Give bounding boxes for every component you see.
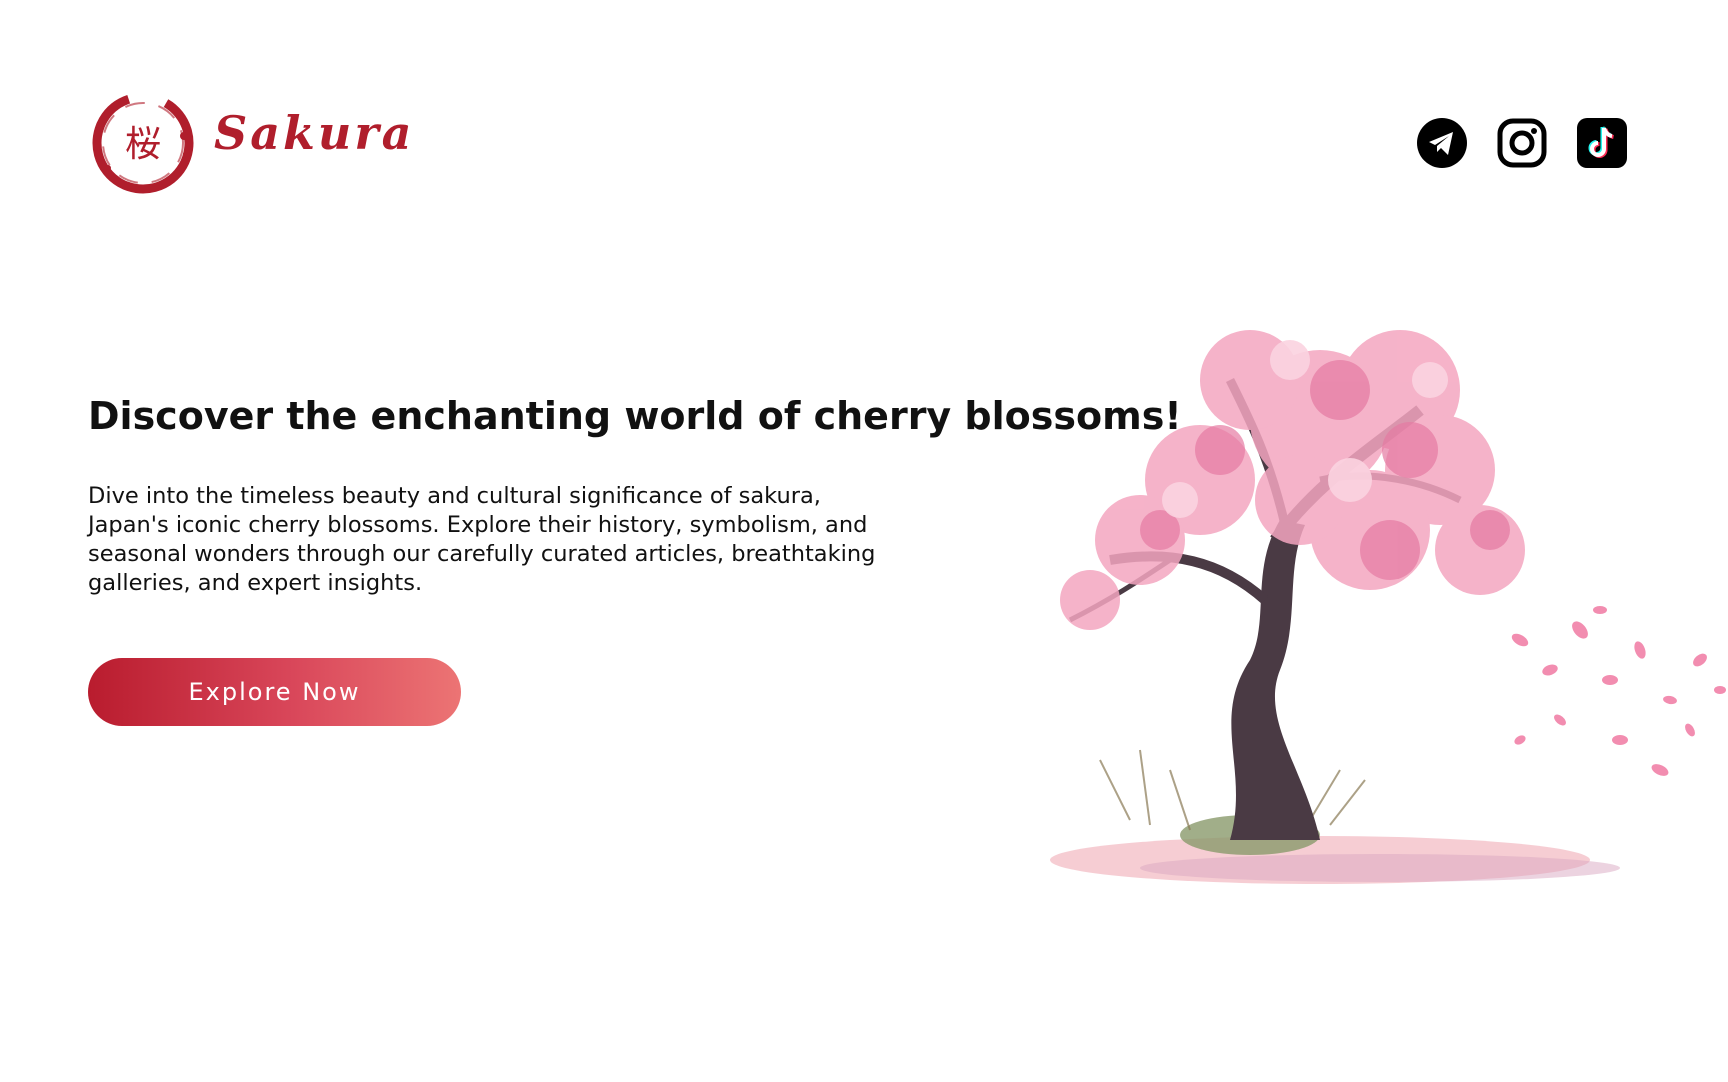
hero-description: Dive into the timeless beauty and cultur… bbox=[88, 483, 876, 596]
telegram-link[interactable] bbox=[1417, 118, 1467, 168]
social-links bbox=[1417, 118, 1627, 168]
explore-now-button[interactable]: Explore Now bbox=[88, 658, 461, 726]
cherry-blossom-tree-image bbox=[1020, 300, 1728, 900]
hero-title: Discover the enchanting world of cherry … bbox=[88, 394, 1182, 438]
landing-page: 桜 Sakura Discover the enchanting world o… bbox=[0, 0, 1728, 1082]
instagram-link[interactable] bbox=[1497, 118, 1547, 168]
tiktok-icon bbox=[1577, 118, 1627, 168]
logo-icon[interactable]: 桜 bbox=[88, 88, 198, 198]
instagram-icon bbox=[1497, 118, 1547, 168]
telegram-icon bbox=[1417, 118, 1467, 168]
logo-glyph: 桜 bbox=[125, 124, 161, 165]
tiktok-link[interactable] bbox=[1577, 118, 1627, 168]
brand-name[interactable]: Sakura bbox=[214, 110, 414, 156]
